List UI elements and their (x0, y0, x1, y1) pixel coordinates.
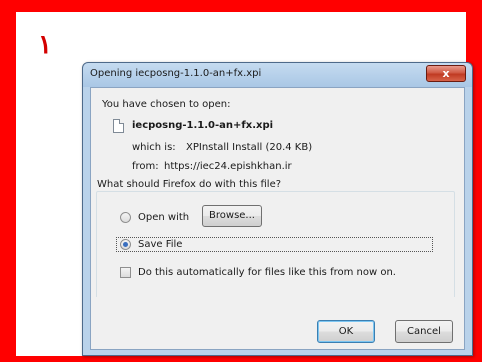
dialog-title: Opening iecposng-1.1.0-an+fx.xpi (90, 68, 262, 79)
auto-checkbox[interactable] (120, 267, 131, 278)
close-button[interactable]: x (426, 65, 466, 82)
ok-button[interactable]: OK (317, 320, 375, 343)
open-with-radio[interactable] (120, 212, 131, 223)
ok-button-label: OK (338, 326, 354, 337)
question-label: What should Firefox do with this file? (94, 179, 285, 190)
cancel-button[interactable]: Cancel (395, 320, 453, 343)
dialog-body: You have chosen to open: iecposng-1.1.0-… (90, 87, 465, 350)
from-label: from: (132, 161, 159, 172)
open-with-label[interactable]: Open with (138, 212, 189, 223)
from-value: https://iec24.epishkhan.ir (164, 161, 292, 172)
filename: iecposng-1.1.0-an+fx.xpi (132, 120, 274, 131)
which-is-value: XPInstall Install (20.4 KB) (186, 142, 313, 153)
which-is-label: which is: (132, 142, 176, 153)
step-number: ١ (38, 30, 52, 60)
save-file-label[interactable]: Save File (138, 239, 182, 250)
dialog-titlebar[interactable]: Opening iecposng-1.1.0-an+fx.xpi x (83, 63, 472, 86)
browse-button-label: Browse... (209, 210, 255, 221)
close-icon: x (442, 67, 450, 80)
chosen-label: You have chosen to open: (102, 99, 231, 110)
file-icon (113, 119, 124, 133)
browse-button[interactable]: Browse... (202, 205, 262, 227)
cancel-button-label: Cancel (407, 326, 441, 337)
download-dialog: Opening iecposng-1.1.0-an+fx.xpi x You h… (82, 62, 473, 356)
auto-label[interactable]: Do this automatically for files like thi… (138, 267, 396, 278)
